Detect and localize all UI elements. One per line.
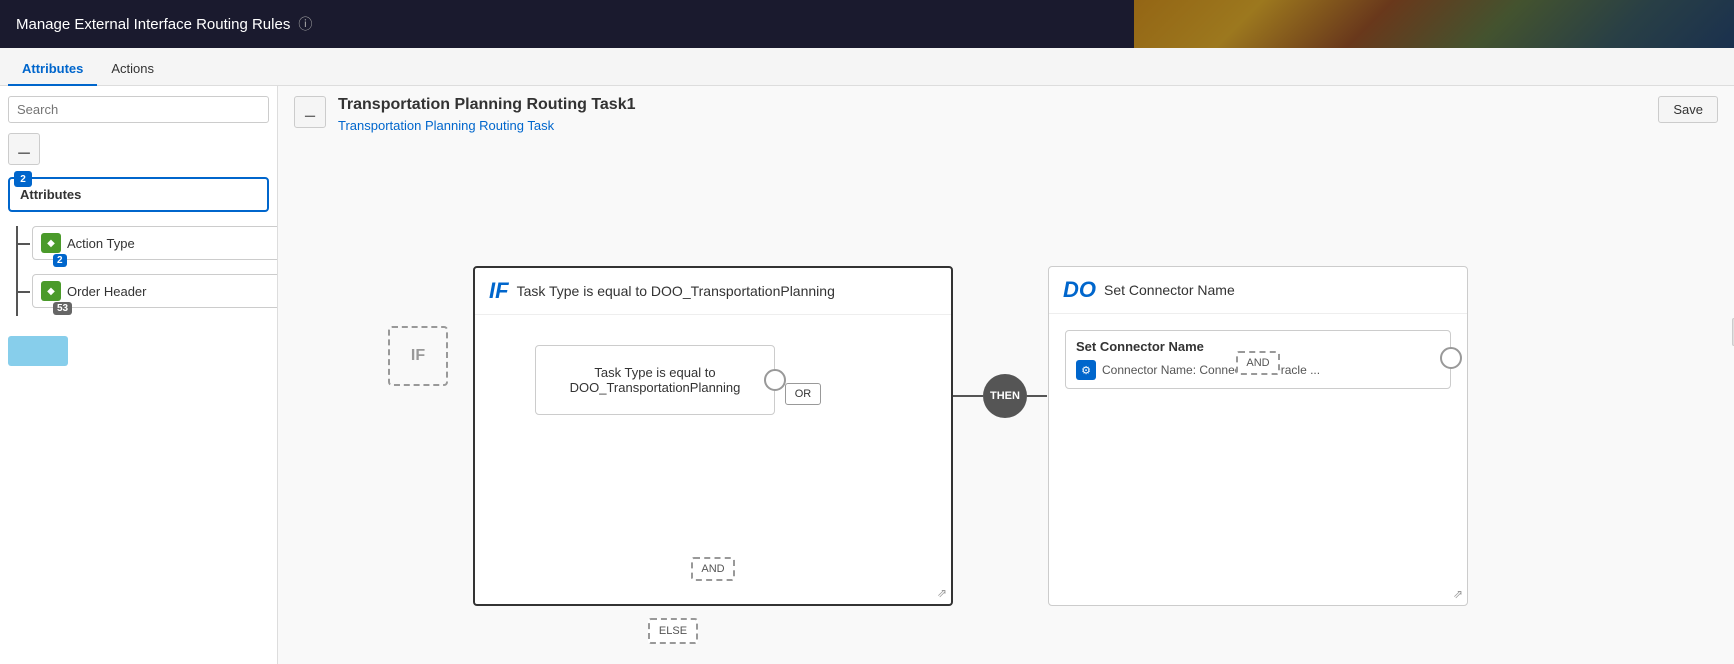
search-input[interactable] — [8, 96, 269, 123]
connector-line-1 — [953, 395, 983, 397]
order-header-icon: ◆ — [41, 281, 61, 301]
app-title: Manage External Interface Routing Rules — [16, 16, 290, 33]
canvas-area: Save Transportation Planning Routing Tas… — [278, 86, 1734, 664]
if-placeholder-label: IF — [411, 347, 425, 365]
if-block-body: Task Type is equal toDOO_TransportationP… — [475, 315, 951, 601]
attributes-box: 2 Attributes — [8, 177, 269, 212]
connector-line-2 — [1027, 395, 1047, 397]
condition-text: Task Type is equal toDOO_TransportationP… — [570, 365, 741, 395]
then-badge: THEN — [983, 374, 1027, 418]
canvas-title: Transportation Planning Routing Task1 — [338, 96, 636, 114]
if-block: IF Task Type is equal to DOO_Transportat… — [473, 266, 953, 606]
sidebar-bottom-box — [8, 336, 68, 366]
order-header-label: Order Header — [67, 284, 146, 299]
tree-structure: ◆ Action Type 2 ◆ Order Header 53 — [16, 226, 269, 316]
do-block-body: Set Connector Name ⚙ Connector Name: Con… — [1049, 314, 1467, 405]
action-type-badge: 2 — [53, 254, 67, 267]
save-button[interactable]: Save — [1658, 96, 1718, 123]
or-badge: OR — [785, 383, 821, 405]
action-type-icon: ◆ — [41, 233, 61, 253]
attributes-label: Attributes — [20, 187, 81, 202]
set-connector-text: Connector Name: Connector to Oracle ... — [1102, 363, 1320, 377]
canvas-action-icon[interactable]: ⚊ — [294, 96, 326, 128]
tree-horiz-1 — [16, 243, 30, 245]
set-connector-circle — [1440, 347, 1462, 369]
resize-icon-if[interactable]: ⇗ — [937, 586, 947, 600]
sidebar-action-icon[interactable]: ⚊ — [8, 133, 40, 165]
and-badge2: AND — [1236, 351, 1280, 375]
action-type-item[interactable]: ◆ Action Type 2 — [32, 226, 278, 260]
do-block-header: DO Set Connector Name — [1049, 267, 1467, 314]
attributes-badge: 2 — [14, 171, 32, 187]
if-block-header: IF Task Type is equal to DOO_Transportat… — [475, 268, 951, 315]
tab-actions[interactable]: Actions — [97, 53, 168, 86]
tab-attributes[interactable]: Attributes — [8, 53, 97, 86]
canvas-subtitle: Transportation Planning Routing Task — [338, 118, 636, 133]
main-layout: ⚊ 2 Attributes ◆ Action Type 2 — [0, 86, 1734, 664]
order-header-badge: 53 — [53, 302, 72, 315]
if-keyword: IF — [489, 278, 509, 304]
tree-item-order-header[interactable]: ◆ Order Header 53 — [32, 274, 278, 308]
and-badge: AND — [691, 557, 735, 581]
do-block: DO Set Connector Name Set Connector Name… — [1048, 266, 1468, 606]
action-type-label: Action Type — [67, 236, 135, 251]
tree-items: ◆ Action Type 2 ◆ Order Header 53 — [32, 226, 278, 308]
flow-area: IF IF Task Type is equal to DOO_Transpor… — [328, 156, 1724, 654]
sidebar-bottom — [8, 336, 269, 366]
app-header: Manage External Interface Routing Rules … — [0, 0, 1734, 48]
order-header-item[interactable]: ◆ Order Header 53 — [32, 274, 278, 308]
canvas-toolbar: ⚊ — [294, 96, 326, 128]
resize-icon-do[interactable]: ⇗ — [1453, 587, 1463, 601]
tree-horiz-2 — [16, 291, 30, 293]
canvas-title-area: Transportation Planning Routing Task1 Tr… — [338, 96, 636, 133]
header-banner — [1134, 0, 1734, 48]
do-keyword: DO — [1063, 277, 1096, 303]
tree-item-action-type[interactable]: ◆ Action Type 2 — [32, 226, 278, 260]
tabs-bar: Attributes Actions — [0, 48, 1734, 86]
tree-vertical-line — [16, 226, 18, 316]
else-badge: ELSE — [648, 618, 698, 644]
then-connector: THEN — [953, 374, 1047, 418]
condition-box[interactable]: Task Type is equal toDOO_TransportationP… — [535, 345, 775, 415]
do-title: Set Connector Name — [1104, 282, 1235, 298]
gear-icon: ⚙ — [1076, 360, 1096, 380]
sidebar: ⚊ 2 Attributes ◆ Action Type 2 — [0, 86, 278, 664]
condition-circle — [764, 369, 786, 391]
help-icon[interactable]: ⓘ — [298, 14, 312, 34]
if-condition: Task Type is equal to DOO_Transportation… — [517, 283, 835, 299]
if-placeholder[interactable]: IF — [388, 326, 448, 386]
